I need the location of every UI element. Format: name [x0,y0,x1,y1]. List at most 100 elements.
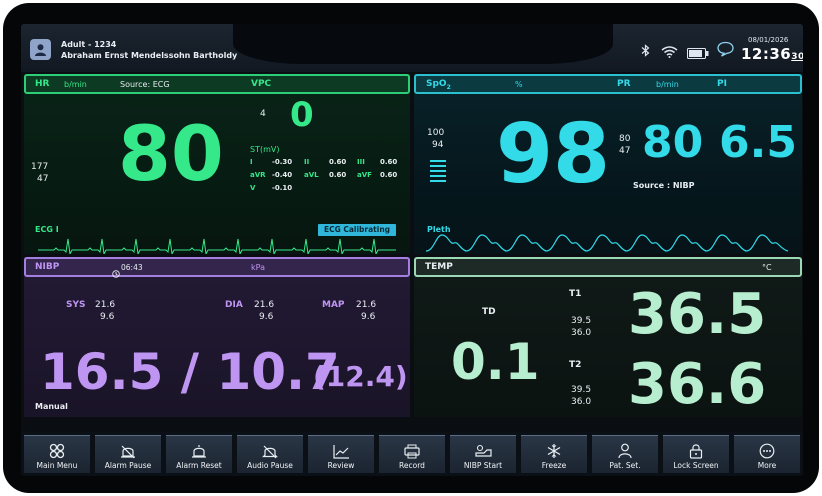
monitor-bezel: Adult - 1234 Abraham Ernst Mendelssohn B… [3,3,819,493]
patient-settings-icon [616,443,634,459]
pr-alarm-low: 47 [619,146,631,156]
temp-unit: °C [762,263,772,272]
perfusion-bar-icon [430,160,446,182]
message-icon[interactable] [717,41,734,61]
st-lead-label: I [250,158,253,166]
alarm-pause-icon [119,443,137,459]
sys-alarm-low: 9.6 [100,312,115,322]
monitor-screen: Adult - 1234 Abraham Ernst Mendelssohn B… [21,24,803,476]
spo2-panel-header[interactable] [414,74,802,94]
button-label: Record [399,461,425,470]
wifi-icon [661,43,678,62]
hr-label: HR [35,79,50,89]
main-menu-icon [48,443,66,459]
pr-alarm-high: 80 [619,134,631,144]
t2-label: T2 [569,360,582,370]
perfusion-bar-segment [430,165,446,167]
button-label: Review [327,461,355,470]
main-menu-button[interactable]: Main Menu [24,435,90,473]
sys-alarm-high: 21.6 [95,300,116,310]
button-label: Alarm Pause [104,461,152,470]
st-lead-value: 0.60 [329,158,347,166]
hr-panel[interactable]: HR b/min Source: ECG VPC 80 177 47 4 0 S… [24,74,410,254]
sys-label: SYS [66,300,86,310]
time-display: 12:3630 [741,45,803,63]
pr-unit: b/min [656,80,679,89]
vpc-value: 0 [290,95,314,135]
map-alarm-low: 9.6 [361,312,376,322]
ecg-wave-label: ECG I [35,225,59,234]
patient-type[interactable]: Adult - 1234 [61,40,116,49]
record-icon [403,443,421,459]
button-label: Audio Pause [247,461,293,470]
nibp-label: NIBP [35,262,60,272]
perfusion-bar-segment [430,180,446,182]
map-alarm-high: 21.6 [356,300,377,310]
button-label: More [757,461,777,470]
st-lead-value: 0.60 [380,158,398,166]
nibp-panel[interactable]: NIBP 06:43 kPa SYS 21.6 9.6 DIA 21.6 9.6… [24,257,410,417]
alarm-pause-button[interactable]: Alarm Pause [95,435,161,473]
map-label: MAP [322,300,345,310]
nibp-map-value: (12.4) [313,360,408,393]
spo2-label: SpO2 [426,79,451,91]
audio-pause-button[interactable]: Audio Pause [237,435,303,473]
button-label: Alarm Reset [176,461,222,470]
spo2-panel[interactable]: SpO2 % PR b/min PI 100 94 98 80 47 80 6.… [414,74,802,254]
clock-icon [112,263,120,282]
spo2-alarm-low: 94 [432,140,444,150]
header-center-tab [233,24,613,64]
td-value: 0.1 [451,333,540,391]
bluetooth-icon [641,42,650,61]
temp-panel[interactable]: TEMP °C TD 0.1 T1 39.5 36.0 36.5 T2 39.5… [414,257,802,417]
st-lead-label: V [250,184,256,192]
more-button[interactable]: More [734,435,800,473]
st-lead-value: 0.60 [380,171,398,179]
t1-alarm-low: 36.0 [571,328,592,338]
button-label: NIBP Start [463,461,503,470]
st-lead-value: -0.30 [272,158,293,166]
hr-unit: b/min [64,80,87,89]
st-label: ST(mV) [250,145,280,154]
pr-label: PR [617,79,631,89]
temp-panel-header[interactable] [414,257,802,277]
hr-alarm-low: 47 [37,174,49,184]
hr-source: Source: ECG [120,80,170,89]
nibp-mode: Manual [35,402,68,411]
freeze-button[interactable]: Freeze [521,435,587,473]
pi-value: 6.5 [719,117,797,168]
record-button[interactable]: Record [379,435,445,473]
perfusion-bar-segment [430,175,446,177]
t1-alarm-high: 39.5 [571,316,592,326]
lock-screen-button[interactable]: Lock Screen [663,435,729,473]
t2-alarm-high: 39.5 [571,385,592,395]
date-display: 08/01/2026 [748,36,789,44]
button-label: Freeze [541,461,567,470]
review-icon [332,443,350,459]
audio-pause-icon [261,443,279,459]
button-label: Pat. Set. [609,461,641,470]
st-lead-value: 0.60 [329,171,347,179]
spo2-unit: % [515,80,523,89]
perfusion-bar-segment [430,170,446,172]
footer-toolbar: Main Menu Alarm Pause Alarm Reset Audio … [21,432,803,476]
st-lead-label: II [304,158,310,166]
time-seconds: 30 [791,52,803,62]
t2-alarm-low: 36.0 [571,397,592,407]
spo2-value: 98 [496,107,611,202]
battery-icon [687,44,709,63]
dia-alarm-high: 21.6 [254,300,275,310]
nibp-start-button[interactable]: NIBP Start [450,435,516,473]
pleth-waveform [425,234,789,252]
review-button[interactable]: Review [308,435,374,473]
nibp-panel-header[interactable] [24,257,410,277]
st-lead-value: -0.40 [272,171,293,179]
alarm-reset-button[interactable]: Alarm Reset [166,435,232,473]
alarm-reset-icon [190,443,208,459]
dia-alarm-low: 9.6 [259,312,274,322]
patient-settings-button[interactable]: Pat. Set. [592,435,658,473]
nibp-measure-time: 06:43 [121,263,143,272]
spo2-label-subscript: 2 [446,83,451,91]
patient-name[interactable]: Abraham Ernst Mendelssohn Bartholdy [61,51,237,60]
patient-avatar-icon[interactable] [30,39,51,60]
